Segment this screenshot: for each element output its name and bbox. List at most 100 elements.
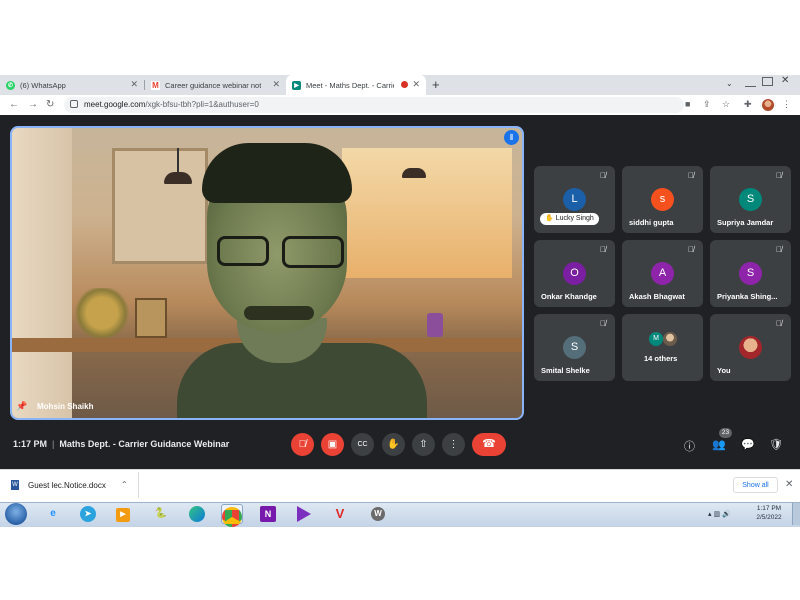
onenote-icon[interactable]: N bbox=[257, 504, 279, 524]
participant-name: Supriya Jamdar bbox=[717, 218, 774, 227]
new-tab-button[interactable]: + bbox=[432, 77, 440, 92]
muted-mic-icon: 🎙̸ bbox=[776, 171, 782, 180]
chevron-up-icon[interactable]: ⌃ bbox=[121, 480, 128, 489]
tab-gmail[interactable]: M Career guidance webinar notice ✕ bbox=[145, 75, 286, 95]
more-vertical-icon: ⋮ bbox=[448, 439, 459, 450]
teams-icon[interactable] bbox=[293, 504, 315, 524]
volume-icon[interactable]: 🔊 bbox=[722, 511, 731, 518]
chat-icon[interactable]: 💬 bbox=[741, 438, 755, 451]
muted-mic-icon: 🎙̸ bbox=[688, 245, 694, 254]
more-menu-icon[interactable]: ⋮ bbox=[782, 99, 791, 110]
present-screen-icon: ⇧ bbox=[419, 439, 428, 450]
back-arrow-icon[interactable]: ← bbox=[9, 99, 19, 110]
avatar: M bbox=[649, 332, 663, 346]
muted-mic-icon: 🎙̸ bbox=[776, 245, 782, 254]
camera-off-button[interactable]: ▣ bbox=[321, 433, 344, 456]
separator: | bbox=[52, 439, 55, 449]
bookmark-star-icon[interactable]: ☆ bbox=[722, 99, 730, 110]
leave-call-button[interactable]: ☎ bbox=[472, 433, 506, 456]
host-controls-icon[interactable]: 🛡 bbox=[769, 438, 783, 451]
self-tile[interactable]: 🎙̸ You bbox=[710, 314, 791, 381]
pin-icon[interactable]: 📌 bbox=[16, 401, 27, 412]
participant-tile[interactable]: 🎙̸ A Akash Bhagwat bbox=[622, 240, 703, 307]
wordpress-icon[interactable]: W bbox=[367, 504, 389, 524]
show-desktop-button[interactable] bbox=[792, 503, 800, 525]
camera-in-use-icon[interactable]: ■ bbox=[685, 99, 690, 109]
download-item[interactable]: Guest lec.Notice.docx bbox=[28, 481, 106, 490]
reload-icon[interactable]: ↻ bbox=[46, 99, 54, 110]
extensions-puzzle-icon[interactable]: ✚ bbox=[744, 99, 752, 110]
tab-title: Career guidance webinar notice bbox=[165, 80, 261, 90]
present-button[interactable]: ⇧ bbox=[412, 433, 435, 456]
word-document-icon: W bbox=[11, 480, 19, 490]
pendant-lamp bbox=[164, 172, 192, 184]
tab-whatsapp[interactable]: ✆ (6) WhatsApp ✕ bbox=[0, 75, 144, 95]
glasses-left-lens bbox=[217, 236, 269, 266]
restore-window-button[interactable] bbox=[762, 77, 773, 86]
participant-name: ✋ Lucky Singh bbox=[540, 213, 599, 225]
python-icon[interactable]: 🐍 bbox=[150, 504, 172, 524]
close-tab-icon[interactable]: ✕ bbox=[130, 79, 138, 90]
participant-tile[interactable]: 🎙̸ S Smital Shelke bbox=[534, 314, 615, 381]
people-icon[interactable]: 👥 bbox=[712, 438, 726, 451]
internet-explorer-icon[interactable]: e bbox=[42, 504, 64, 524]
app-v-icon[interactable]: V bbox=[329, 504, 351, 524]
tab-title: (6) WhatsApp bbox=[20, 80, 66, 90]
more-options-button[interactable]: ⋮ bbox=[442, 433, 465, 456]
person-beard bbox=[244, 306, 314, 320]
gmail-icon: M bbox=[151, 80, 160, 90]
telegram-icon[interactable]: ➤ bbox=[77, 504, 99, 524]
clock-date: 2/5/2022 bbox=[756, 514, 782, 521]
self-avatar bbox=[739, 336, 762, 359]
share-icon[interactable]: ⇪ bbox=[703, 99, 711, 110]
tab-search-icon[interactable]: ⌄ bbox=[726, 79, 733, 88]
captions-icon: CC bbox=[357, 441, 368, 448]
forward-arrow-icon[interactable]: → bbox=[28, 99, 38, 110]
taskbar-clock[interactable]: 1:17 PM 2/5/2022 bbox=[750, 504, 788, 522]
edge-icon[interactable] bbox=[186, 504, 208, 524]
purple-jar bbox=[427, 313, 443, 337]
avatar: s bbox=[651, 188, 674, 211]
avatar-photo bbox=[663, 332, 677, 346]
main-speaker-video[interactable] bbox=[10, 126, 524, 420]
lock-icon[interactable] bbox=[70, 100, 78, 108]
media-player-icon[interactable]: ▶ bbox=[112, 504, 134, 524]
tray-arrow-icon[interactable]: ▴ bbox=[708, 511, 712, 518]
show-all-button[interactable]: Show all bbox=[733, 477, 778, 493]
chrome-icon[interactable] bbox=[221, 504, 243, 527]
captions-button[interactable]: CC bbox=[351, 433, 374, 456]
participant-tile[interactable]: 🎙̸ L ✋ Lucky Singh bbox=[534, 166, 615, 233]
start-button[interactable] bbox=[5, 503, 27, 525]
network-icon[interactable]: ▥ bbox=[713, 511, 720, 518]
participant-tile[interactable]: 🎙̸ O Onkar Khandge bbox=[534, 240, 615, 307]
participant-tile[interactable]: 🎙̸ S Supriya Jamdar bbox=[710, 166, 791, 233]
meeting-details-icon[interactable]: ⓘ bbox=[684, 438, 695, 454]
main-speaker-name: Mohsin Shaikh bbox=[37, 402, 94, 411]
url-text[interactable]: meet.google.com/xgk-bfsu-tbh?pli=1&authu… bbox=[84, 100, 259, 109]
close-tab-icon[interactable]: ✕ bbox=[412, 79, 420, 90]
others-tile[interactable]: M 14 others bbox=[622, 314, 703, 381]
avatar: A bbox=[651, 262, 674, 285]
close-window-button[interactable]: ✕ bbox=[781, 75, 789, 86]
muted-mic-icon: 🎙̸ bbox=[600, 245, 606, 254]
minimize-window-button[interactable] bbox=[745, 81, 756, 87]
system-tray[interactable]: ▴ ▥ 🔊 bbox=[708, 510, 731, 518]
muted-mic-icon: 🎙̸ bbox=[688, 171, 694, 180]
tab-meet[interactable]: ▶ Meet - Maths Dept. - Carrie ✕ bbox=[286, 75, 426, 95]
muted-mic-icon: 🎙̸ bbox=[600, 171, 606, 180]
participant-tile[interactable]: 🎙̸ s siddhi gupta bbox=[622, 166, 703, 233]
avatar: S bbox=[739, 188, 762, 211]
avatar: L bbox=[563, 188, 586, 211]
participant-name: Priyanka Shing... bbox=[717, 292, 778, 301]
close-icon[interactable]: ✕ bbox=[785, 479, 793, 490]
close-tab-icon[interactable]: ✕ bbox=[272, 79, 280, 90]
divider bbox=[138, 472, 139, 498]
participant-name: You bbox=[717, 366, 731, 375]
mic-off-button[interactable]: 🎙̸ bbox=[291, 433, 314, 456]
participant-name: Akash Bhagwat bbox=[629, 292, 685, 301]
participant-tile[interactable]: 🎙̸ S Priyanka Shing... bbox=[710, 240, 791, 307]
raise-hand-button[interactable]: ✋ bbox=[382, 433, 405, 456]
profile-avatar[interactable] bbox=[762, 99, 774, 111]
participant-name: Smital Shelke bbox=[541, 366, 590, 375]
participant-name: siddhi gupta bbox=[629, 218, 674, 227]
